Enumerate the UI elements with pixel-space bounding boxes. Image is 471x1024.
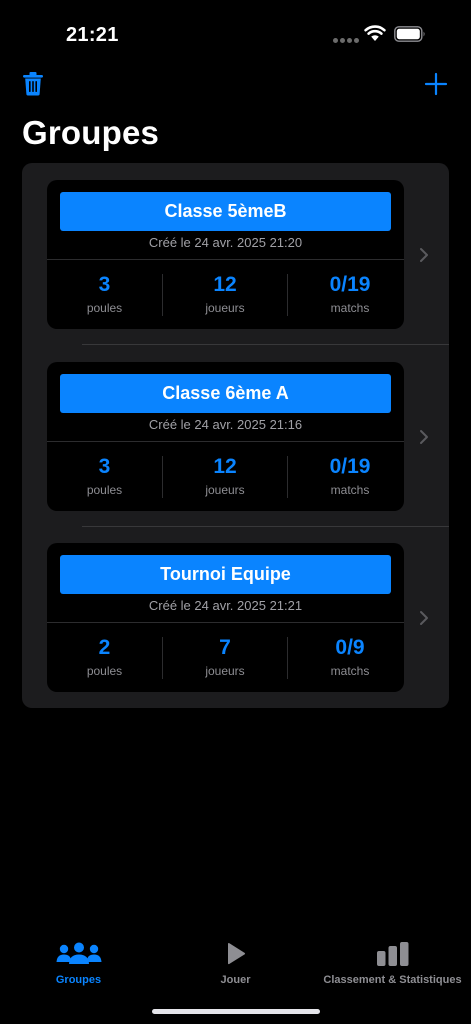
group-card: Classe 6ème A Créé le 24 avr. 2025 21:16…	[47, 362, 404, 511]
group-created-date: Créé le 24 avr. 2025 21:20	[148, 235, 303, 250]
stat-label: poules	[86, 664, 123, 678]
stat-joueurs: 12 joueurs	[163, 260, 287, 329]
stat-value: 0/19	[329, 455, 371, 478]
group-name: Classe 5èmeB	[60, 192, 391, 231]
stat-label: matchs	[330, 301, 370, 315]
stat-joueurs: 7 joueurs	[163, 623, 287, 692]
group-created-date: Créé le 24 avr. 2025 21:21	[148, 598, 303, 613]
stat-matchs: 0/9 matchs	[288, 623, 412, 692]
stat-label: joueurs	[205, 664, 245, 678]
stat-label: matchs	[330, 664, 370, 678]
stat-value: 2	[98, 636, 111, 659]
group-created-date: Créé le 24 avr. 2025 21:16	[148, 417, 303, 432]
stat-matchs: 0/19 matchs	[288, 442, 412, 511]
stat-value: 7	[219, 636, 231, 659]
stat-label: poules	[86, 301, 123, 315]
stat-value: 12	[213, 455, 237, 478]
trash-icon[interactable]	[22, 72, 44, 96]
stat-label: matchs	[330, 483, 370, 497]
tab-classement[interactable]: Classement & Statistiques	[314, 930, 471, 994]
stat-poules: 3 poules	[47, 442, 162, 511]
plus-icon[interactable]	[424, 72, 448, 96]
stat-poules: 3 poules	[47, 260, 162, 329]
tab-groupes[interactable]: Groupes	[0, 930, 157, 994]
tab-label: Classement & Statistiques	[323, 974, 462, 986]
group-name: Classe 6ème A	[60, 374, 391, 413]
stat-value: 0/9	[335, 636, 365, 659]
tab-jouer[interactable]: Jouer	[157, 930, 314, 994]
play-icon	[227, 943, 245, 965]
group-row[interactable]: Classe 5èmeB Créé le 24 avr. 2025 21:20 …	[22, 163, 449, 345]
tab-label: Jouer	[220, 974, 251, 986]
stat-matchs: 0/19 matchs	[288, 260, 412, 329]
cellular-signal-icon	[333, 38, 359, 44]
battery-icon	[394, 26, 425, 42]
home-indicator[interactable]	[152, 1009, 320, 1014]
stat-value: 12	[213, 273, 237, 296]
chevron-right-icon	[420, 248, 428, 262]
group-row[interactable]: Tournoi Equipe Créé le 24 avr. 2025 21:2…	[22, 526, 449, 708]
stat-value: 0/19	[329, 273, 371, 296]
tab-label: Groupes	[55, 974, 102, 986]
chevron-right-icon	[420, 611, 428, 625]
stat-label: joueurs	[205, 301, 245, 315]
group-card: Tournoi Equipe Créé le 24 avr. 2025 21:2…	[47, 543, 404, 692]
status-bar: 21:21	[0, 0, 471, 60]
group-name: Tournoi Equipe	[60, 555, 391, 594]
groups-list: Classe 5èmeB Créé le 24 avr. 2025 21:20 …	[22, 163, 449, 708]
stat-poules: 2 poules	[47, 623, 162, 692]
page-title: Groupes	[22, 114, 160, 151]
stat-value: 3	[98, 273, 111, 296]
group-row[interactable]: Classe 6ème A Créé le 24 avr. 2025 21:16…	[22, 345, 449, 527]
stat-value: 3	[98, 455, 111, 478]
stat-label: joueurs	[205, 483, 245, 497]
status-time: 21:21	[66, 24, 119, 46]
chevron-right-icon	[420, 430, 428, 444]
group-card: Classe 5èmeB Créé le 24 avr. 2025 21:20 …	[47, 180, 404, 329]
wifi-icon	[364, 25, 386, 41]
stat-joueurs: 12 joueurs	[163, 442, 287, 511]
stat-label: poules	[86, 483, 123, 497]
people-icon	[56, 942, 101, 964]
bar-chart-icon	[376, 942, 408, 966]
